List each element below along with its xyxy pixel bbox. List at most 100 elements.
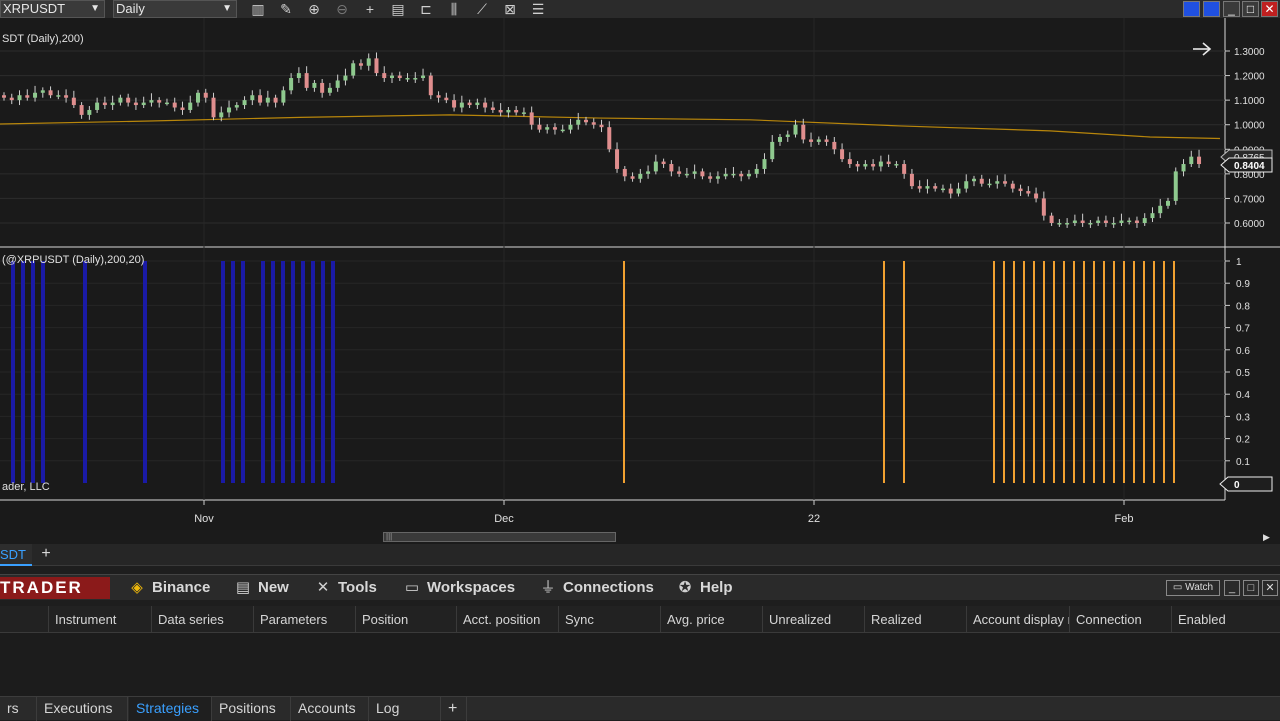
interval-selector[interactable]: Daily ▼ [113,0,237,18]
new-icon: ▤ [235,579,251,596]
signal-bar-orange [1083,261,1085,483]
candle-up [1088,223,1093,225]
close-icon[interactable]: ✕ [1261,1,1278,17]
candle-up [335,80,340,88]
templates-icon[interactable]: ⊏ [417,0,435,18]
indicator-panel [0,248,1225,500]
candle-up [141,102,146,106]
candle-down [1034,193,1039,199]
candle-down [591,122,596,125]
date-tick-label: 22 [808,513,820,525]
tab-log[interactable]: Log [369,697,441,721]
tab-orders[interactable]: rs [0,697,37,721]
tab-strategies[interactable]: Strategies [129,697,212,721]
tile-icon[interactable] [1183,1,1200,17]
watch-button[interactable]: ▭ Watch [1166,580,1220,596]
chart-scrollbar[interactable]: ||| ▶ [0,530,1280,544]
menu-help[interactable]: ✪ Help [676,575,733,601]
list-icon[interactable]: ☰ [529,0,547,18]
column-parameters[interactable]: Parameters [253,606,355,633]
menu-binance[interactable]: ◈ Binance [128,575,210,601]
column-sync[interactable]: Sync [558,606,660,633]
candle-up [1142,218,1147,223]
indicator-tick-label: 0.3 [1236,412,1250,423]
menu-tools[interactable]: ✕ Tools [314,575,377,601]
zoom-in-icon[interactable]: ⊕ [305,0,323,18]
chart-area[interactable]: 1.30001.20001.10001.00000.90000.80000.70… [0,18,1280,530]
tab-accounts[interactable]: Accounts [291,697,369,721]
candle-down [855,164,860,167]
candle-up [289,78,294,91]
candle-up [816,139,821,142]
signal-bar-orange [1023,261,1025,483]
column-unrealized[interactable]: Unrealized [762,606,864,633]
candle-down [948,188,953,194]
bar-type-icon[interactable]: ▥ [249,0,267,18]
crosshair-icon[interactable]: + [361,0,379,18]
draw-icon[interactable]: ✎ [277,0,295,18]
candle-down [157,100,162,103]
instrument-selector[interactable]: XRPUSDT ▼ [0,0,105,18]
column-data-series[interactable]: Data series [151,606,253,633]
indicator-tick-label: 0.1 [1236,457,1250,468]
signal-bar-blue [83,261,87,483]
signal-bar-orange [1173,261,1175,483]
candle-down [273,97,278,103]
candle-down [1010,183,1015,189]
column-avg-price[interactable]: Avg. price [660,606,762,633]
zoom-out-icon[interactable]: ⊖ [333,0,351,18]
candle-up [863,164,868,167]
candle-up [475,102,480,106]
candle-down [25,95,30,98]
price-tick-label: 0.7000 [1234,194,1265,205]
candle-down [622,168,627,177]
candle-down [203,92,208,98]
candle-up [250,95,255,101]
date-tick-label: Feb [1115,513,1134,525]
tab-positions[interactable]: Positions [212,697,291,721]
maximize-icon[interactable]: □ [1242,1,1259,17]
properties-icon[interactable]: ⊠ [501,0,519,18]
scroll-right-icon[interactable]: ▶ [1263,532,1270,543]
column-account-display[interactable]: Account display n [966,606,1069,633]
column-connection[interactable]: Connection [1069,606,1171,633]
data-box-icon[interactable]: ▤ [389,0,407,18]
column-position[interactable]: Position [355,606,456,633]
candle-down [180,107,185,110]
add-tab-button[interactable]: + [441,697,467,721]
brand-logo: TRADER [0,577,110,599]
menu-new[interactable]: ▤ New [234,575,289,601]
maximize-icon[interactable]: □ [1243,580,1259,596]
scrollbar-thumb[interactable]: ||| [383,532,616,542]
column-instrument[interactable]: Instrument [48,606,151,633]
candle-up [33,92,38,98]
strategies-grid-header: Instrument Data series Parameters Positi… [0,606,1280,633]
candle-down [1197,156,1202,165]
tab-executions[interactable]: Executions [37,697,128,721]
price-tick-label: 1.0000 [1234,121,1265,132]
strategies-icon[interactable]: ⟋ [473,0,491,18]
candle-up [343,75,348,81]
column-enabled[interactable]: Enabled [1171,606,1280,633]
chart-tab[interactable]: SDT [0,544,32,566]
menu-connections[interactable]: ⏚ Connections [539,575,653,601]
minimize-icon[interactable]: _ [1224,580,1240,596]
strategies-grid-body[interactable] [0,633,1280,696]
candle-down [669,164,674,172]
chart-canvas[interactable]: 1.30001.20001.10001.00000.90000.80000.70… [0,18,1280,530]
column-realized[interactable]: Realized [864,606,966,633]
add-tab-button[interactable]: + [35,544,57,566]
indicators-icon[interactable]: ⫼ [445,0,463,18]
signal-bar-blue [231,261,235,483]
menu-workspaces[interactable]: ▭ Workspaces [403,575,515,601]
candle-up [17,95,22,101]
candle-up [390,75,394,79]
link-icon[interactable] [1203,1,1220,17]
close-icon[interactable]: ✕ [1262,580,1278,596]
candle-up [459,102,464,108]
candle-up [1166,200,1170,206]
candle-up [653,161,658,172]
column-acct-position[interactable]: Acct. position [456,606,558,633]
price-panel-label: SDT (Daily),200) [2,33,84,45]
minimize-icon[interactable]: _ [1223,1,1240,17]
